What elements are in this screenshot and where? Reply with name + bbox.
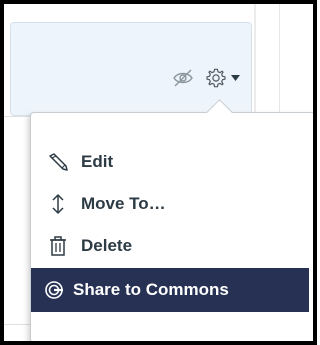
trash-icon: [45, 233, 71, 259]
unpublished-icon[interactable]: [170, 67, 196, 89]
menu-item-move-to[interactable]: Move To…: [31, 184, 307, 224]
menu-item-label: Edit: [81, 152, 114, 171]
eye-slash-icon: [173, 69, 193, 87]
menu-item-share-to-commons[interactable]: Share to Commons: [31, 268, 309, 312]
caret-down-icon-shape: [230, 75, 240, 81]
commons-share-icon: [41, 277, 67, 303]
settings-gear-button[interactable]: [202, 65, 230, 91]
caret-down-icon[interactable]: [230, 73, 240, 83]
menu-item-edit[interactable]: Edit: [31, 142, 307, 182]
gear-icon: [206, 68, 226, 88]
menu-item-delete[interactable]: Delete: [31, 226, 307, 266]
pencil-icon: [45, 149, 71, 175]
screenshot-frame: Edit Move To… Delete Share to Commons: [0, 0, 317, 345]
menu-item-label: Share to Commons: [73, 280, 229, 299]
move-arrows-icon: [45, 191, 71, 217]
menu-item-label: Move To…: [81, 194, 166, 213]
menu-item-label: Delete: [81, 236, 133, 255]
